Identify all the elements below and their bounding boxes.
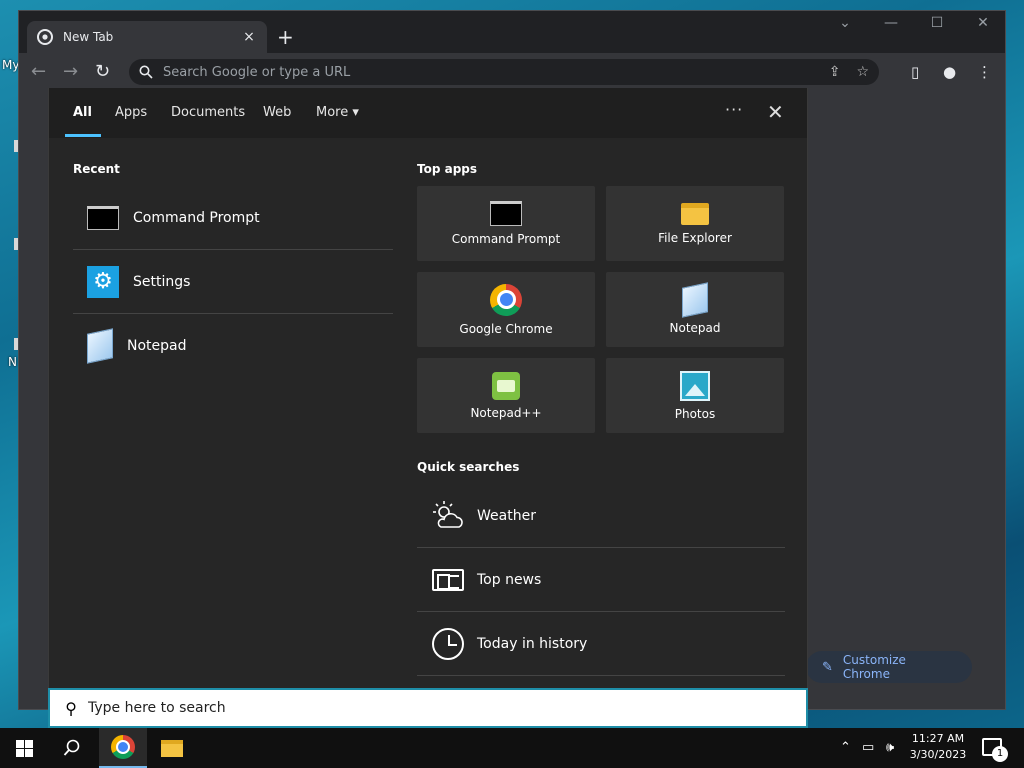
tab-more[interactable]: More ▾ <box>316 105 359 120</box>
reload-icon[interactable]: ↻ <box>95 61 110 82</box>
search-icon: ⚲ <box>65 698 77 718</box>
tab-apps[interactable]: Apps <box>115 105 147 120</box>
top-app-command-prompt[interactable]: Command Prompt <box>417 186 595 261</box>
top-app-photos[interactable]: Photos <box>606 358 784 433</box>
taskbar-search-box[interactable]: ⚲ <box>48 688 808 728</box>
news-icon-wrapper <box>431 563 465 597</box>
folder-icon <box>161 739 183 757</box>
recent-item-label: Command Prompt <box>133 209 260 226</box>
top-app-label: Command Prompt <box>451 232 561 246</box>
new-tab-button[interactable]: + <box>277 25 294 49</box>
quick-search-weather[interactable]: Weather <box>417 484 785 548</box>
clock-date: 3/30/2023 <box>909 748 967 761</box>
folder-icon <box>681 202 709 225</box>
taskbar: ⌃ ▭ 🕪 11:27 AM 3/30/2023 1 <box>0 728 1024 768</box>
photos-icon <box>680 370 710 401</box>
recent-heading: Recent <box>73 162 120 176</box>
quick-search-top-news[interactable]: Top news <box>417 548 785 612</box>
search-input[interactable] <box>88 700 688 716</box>
notification-count-badge: 1 <box>992 746 1008 762</box>
search-panel: All Apps Documents Web More ▾ ··· ✕ Rece… <box>48 88 808 688</box>
settings-gear-icon: ⚙ <box>87 265 119 298</box>
desktop-icon-label[interactable]: My <box>2 58 19 72</box>
tab-title: New Tab <box>63 30 114 44</box>
chrome-toolbar: ← → ↻ Search Google or type a URL ⇪ ☆ ▯ … <box>19 53 1005 91</box>
search-filter-tabs: All Apps Documents Web More ▾ ··· ✕ <box>49 88 807 138</box>
notepad-plus-plus-icon <box>492 371 520 400</box>
volume-icon[interactable]: 🕪 <box>886 740 894 755</box>
quick-search-label: Today in history <box>477 635 588 652</box>
back-arrow-icon[interactable]: ← <box>31 61 46 82</box>
search-icon <box>63 739 80 756</box>
quick-search-label: Top news <box>477 571 542 588</box>
browser-tab[interactable]: New Tab × <box>27 21 267 53</box>
tab-all[interactable]: All <box>73 105 92 120</box>
quick-search-label: Weather <box>477 507 536 524</box>
top-app-notepad-plus-plus[interactable]: Notepad++ <box>417 358 595 433</box>
chrome-icon <box>111 735 135 759</box>
chrome-titlebar: New Tab × + ⌄ — ☐ ✕ <box>19 11 1005 53</box>
weather-icon <box>433 500 463 528</box>
menu-dots-icon[interactable]: ⋮ <box>977 63 992 81</box>
show-hidden-icons-chevron-icon[interactable]: ⌃ <box>840 740 851 755</box>
recent-item-label: Notepad <box>127 338 187 354</box>
news-icon <box>432 568 464 591</box>
top-app-label: File Explorer <box>658 230 732 245</box>
top-app-notepad[interactable]: Notepad <box>606 272 784 347</box>
recent-item-settings[interactable]: ⚙ Settings <box>73 250 393 314</box>
tab-web[interactable]: Web <box>263 105 291 120</box>
search-taskbar-button[interactable] <box>48 728 96 768</box>
forward-arrow-icon[interactable]: → <box>63 61 78 82</box>
command-prompt-icon <box>87 205 119 230</box>
minimize-icon[interactable]: — <box>871 15 911 31</box>
omnibox[interactable]: Search Google or type a URL ⇪ ☆ <box>129 59 879 85</box>
chevron-down-icon: ▾ <box>352 105 359 120</box>
taskbar-chrome[interactable] <box>99 728 147 768</box>
clock-icon <box>432 627 464 660</box>
tab-more-label: More <box>316 105 349 120</box>
quick-search-today-in-history[interactable]: Today in history <box>417 612 785 676</box>
tab-documents[interactable]: Documents <box>171 105 245 120</box>
profile-icon[interactable]: ● <box>943 63 956 81</box>
chrome-favicon-icon <box>37 29 53 45</box>
chrome-icon <box>490 283 522 316</box>
side-panel-icon[interactable]: ▯ <box>911 63 919 81</box>
clock-time: 11:27 AM <box>911 732 965 745</box>
top-app-label: Notepad <box>669 320 721 335</box>
more-options-icon[interactable]: ··· <box>725 100 743 119</box>
bookmark-star-icon[interactable]: ☆ <box>856 64 869 80</box>
top-app-label: Photos <box>674 406 716 421</box>
windows-logo-icon <box>15 739 33 757</box>
tab-close-icon[interactable]: × <box>241 29 257 45</box>
recent-item-label: Settings <box>133 273 191 290</box>
customize-chrome-button[interactable]: ✎ Customize Chrome <box>806 651 972 683</box>
clock-icon-wrapper <box>431 627 465 661</box>
network-icon[interactable]: ▭ <box>862 740 874 755</box>
active-tab-indicator <box>65 134 101 137</box>
taskbar-clock[interactable]: 11:27 AM 3/30/2023 <box>906 731 970 763</box>
omnibox-placeholder: Search Google or type a URL <box>163 64 351 80</box>
notepad-icon <box>87 328 113 364</box>
pencil-icon: ✎ <box>822 659 833 675</box>
customize-chrome-label: Customize Chrome <box>842 653 906 681</box>
start-button[interactable] <box>0 728 48 768</box>
recent-item-command-prompt[interactable]: Command Prompt <box>73 186 393 250</box>
top-app-google-chrome[interactable]: Google Chrome <box>417 272 595 347</box>
notepad-icon <box>682 281 708 318</box>
top-app-file-explorer[interactable]: File Explorer <box>606 186 784 261</box>
top-app-label: Notepad++ <box>470 405 542 420</box>
top-apps-heading: Top apps <box>417 162 478 176</box>
window-close-icon[interactable]: ✕ <box>963 15 1003 31</box>
share-icon[interactable]: ⇪ <box>829 64 841 80</box>
close-panel-icon[interactable]: ✕ <box>767 100 784 124</box>
taskbar-file-explorer[interactable] <box>148 728 196 768</box>
maximize-icon[interactable]: ☐ <box>917 15 957 31</box>
desktop-icon-label[interactable]: N <box>8 355 17 369</box>
command-prompt-icon <box>490 201 522 226</box>
tab-search-icon[interactable]: ⌄ <box>825 15 865 31</box>
quick-searches-heading: Quick searches <box>417 460 520 474</box>
search-icon <box>139 65 153 79</box>
recent-item-notepad[interactable]: Notepad <box>73 314 393 378</box>
top-app-label: Google Chrome <box>459 321 553 336</box>
